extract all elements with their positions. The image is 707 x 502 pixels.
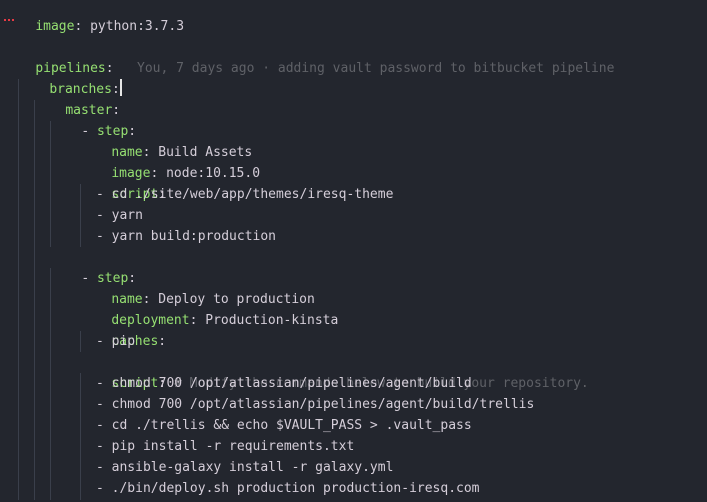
script-command: - yarn (96, 208, 143, 223)
script-command: - yarn build:production (96, 229, 277, 244)
script-command: - ansible-galaxy install -r galaxy.yml (96, 460, 394, 475)
yaml-value: Production-kinsta (205, 313, 339, 328)
code-line-current: branches: (18, 58, 122, 97)
code-line: - step: (81, 271, 137, 286)
script-command: - pip install -r requirements.txt (96, 439, 355, 454)
code-editor[interactable]: image: python:3.7.3 pipelines: branches:… (0, 0, 707, 502)
script-command: - pip (96, 334, 136, 349)
indent-guide (34, 100, 35, 500)
code-line: name: Deploy to production (111, 292, 315, 307)
code-line: pipelines: (35, 61, 114, 76)
code-line: master: (65, 103, 121, 118)
yaml-key: image (35, 19, 75, 34)
script-command: - ./bin/deploy.sh production production-… (96, 481, 480, 496)
yaml-value: node:10.15.0 (166, 166, 261, 181)
code-line: image: python:3.7.3 (35, 19, 185, 34)
code-line: - step: (81, 124, 137, 139)
code-line: script: (111, 187, 167, 202)
indent-guide (18, 79, 19, 500)
git-blame-annotation: You, 7 days ago · adding vault password … (137, 61, 615, 76)
script-command: - cd ./trellis && echo $VAULT_PASS > .va… (96, 418, 472, 433)
code-line: image: node:10.15.0 (111, 166, 261, 181)
code-line: caches: (111, 334, 167, 349)
code-line: deployment: Production-kinsta (111, 313, 339, 328)
script-command: - chmod 700 /opt/atlassian/pipelines/age… (96, 376, 472, 391)
code-line: script: # Modify the commands below to b… (111, 376, 589, 391)
code-line: name: Build Assets (111, 145, 253, 160)
script-command: - chmod 700 /opt/atlassian/pipelines/age… (96, 397, 535, 412)
yaml-value: python:3.7.3 (90, 19, 185, 34)
error-squiggle (4, 15, 14, 21)
script-command: - cd ./site/web/app/themes/iresq-theme (96, 187, 394, 202)
